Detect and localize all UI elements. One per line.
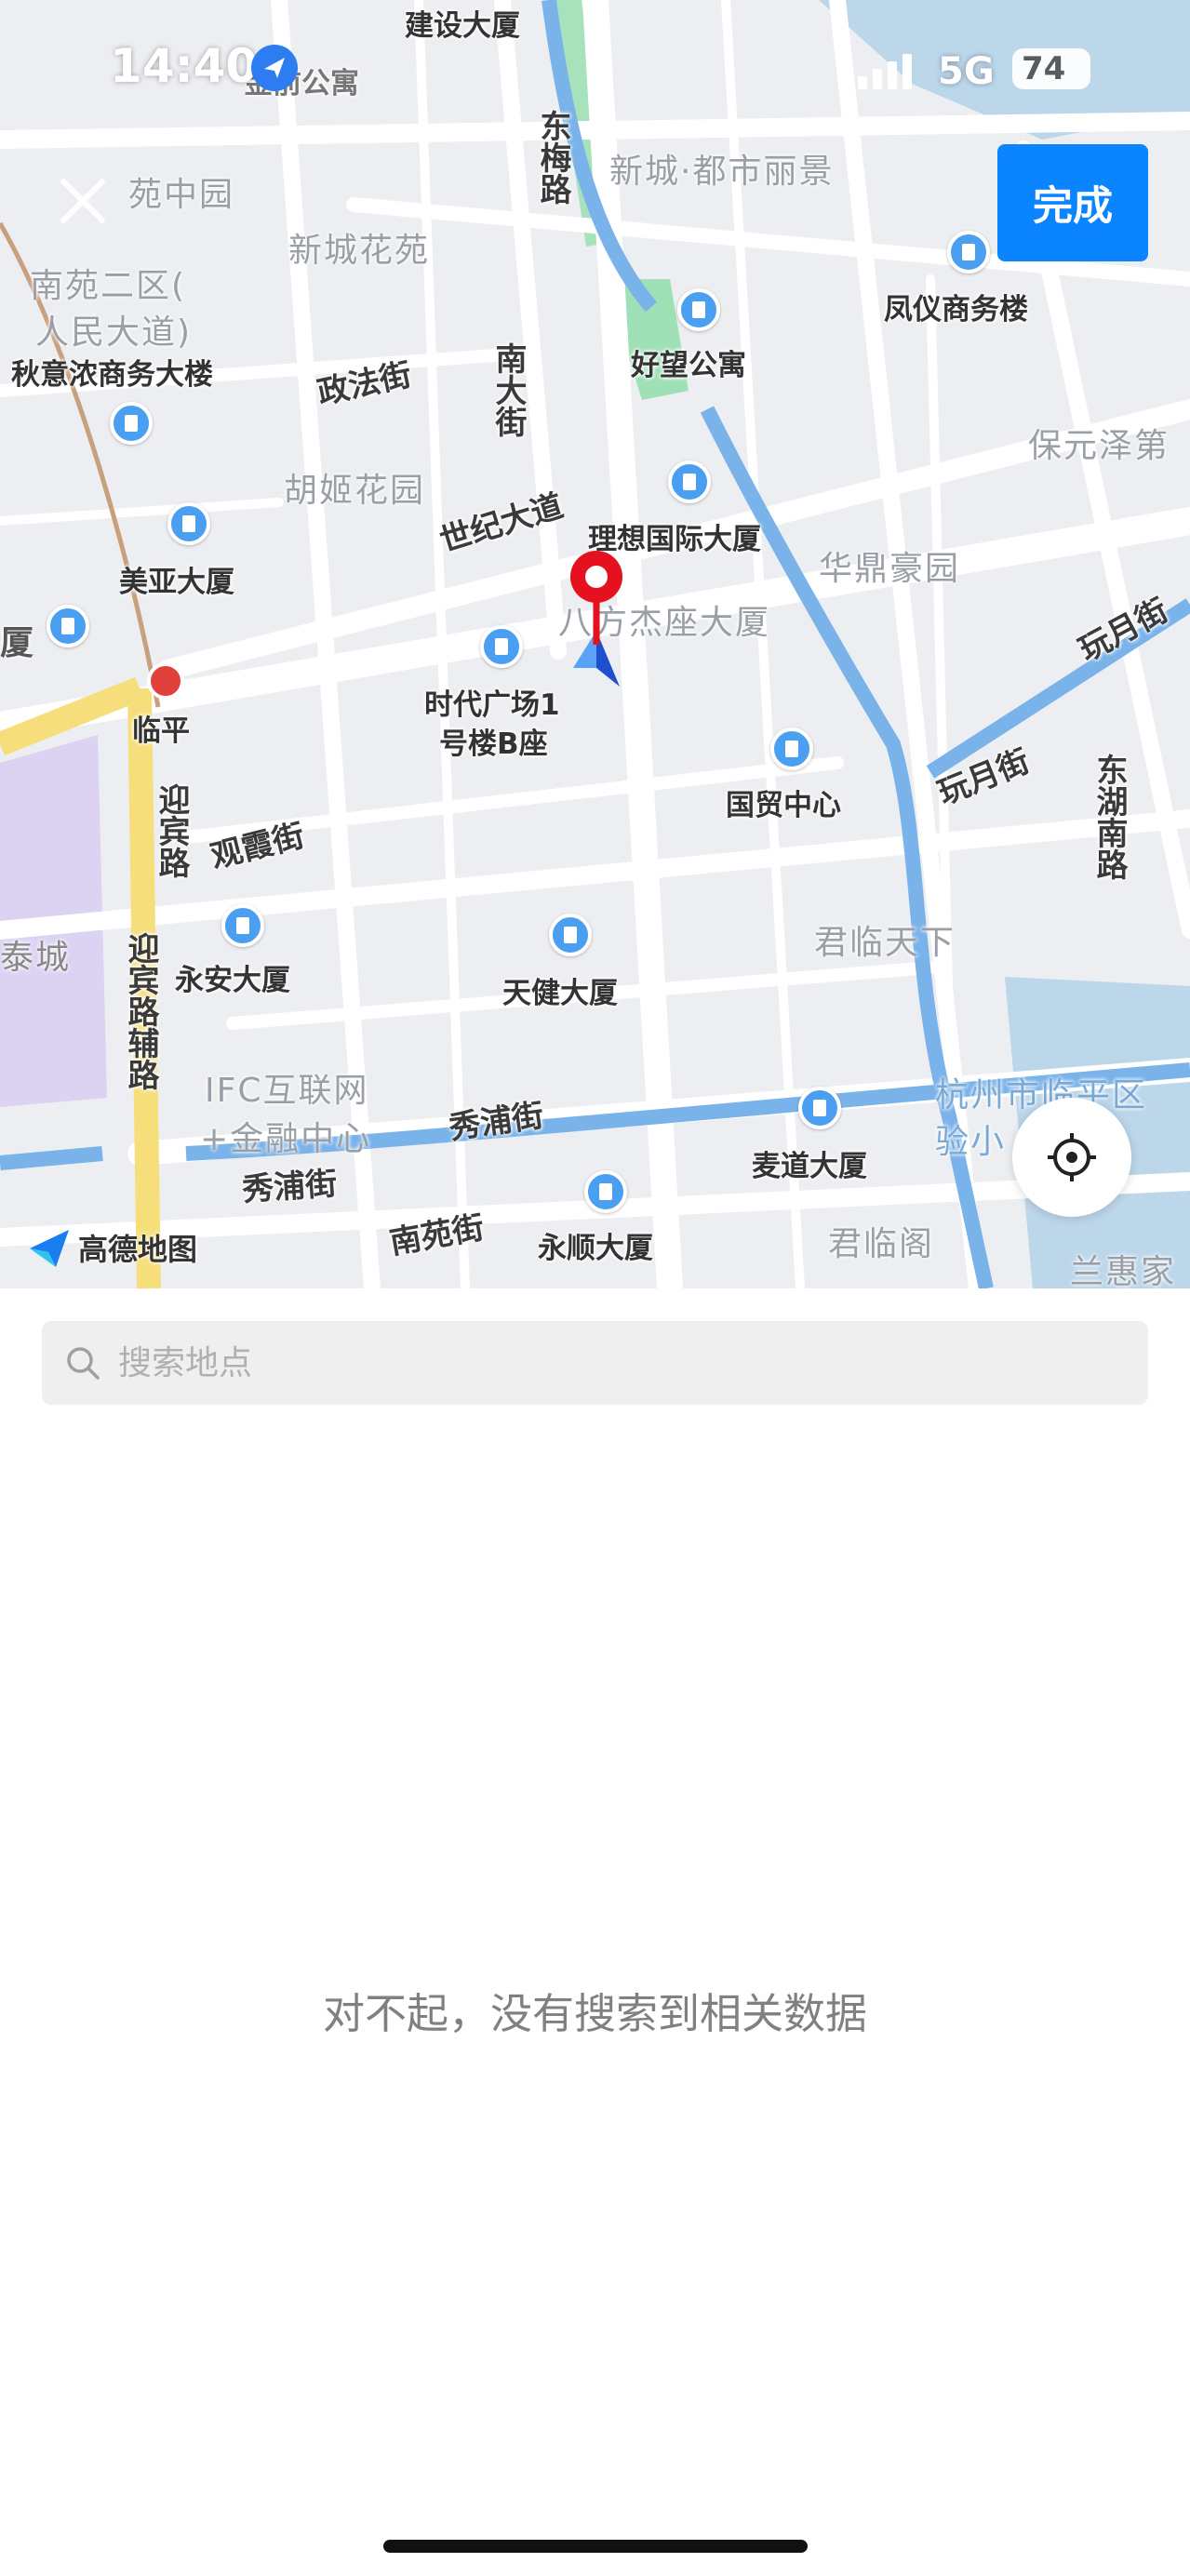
poi-label[interactable]: 美亚大厦 [119,566,234,600]
poi-label[interactable]: 国贸中心 [726,789,841,823]
building-pin-icon[interactable] [221,904,264,947]
area-label: 验小 [935,1123,1007,1161]
area-label: 保元泽第 [1028,427,1170,465]
building-pin-icon[interactable] [798,1087,841,1129]
building-pin-icon[interactable] [110,402,153,445]
map-provider-logo: 高德地图 [28,1226,197,1269]
building-pin-icon[interactable] [167,502,210,545]
area-label: 胡姬花园 [284,472,426,510]
poi-label[interactable]: 永安大厦 [175,964,290,998]
area-label: 泰城 [0,939,72,977]
search-bar[interactable] [42,1321,1148,1405]
amap-logo-icon [30,1230,69,1267]
poi-label[interactable]: 永顺大厦 [538,1232,653,1266]
signal-strength-icon [858,54,912,89]
crosshair-icon [1048,1133,1096,1181]
status-time: 14:40 [110,39,259,93]
network-type: 5G [938,50,995,93]
building-pin-icon[interactable] [480,625,523,668]
building-pin-icon[interactable] [549,914,592,956]
poi-label[interactable]: 好望公寓 [631,349,746,383]
poi-label[interactable]: 麦道大厦 [752,1150,867,1184]
area-label: 君临阁 [828,1225,935,1263]
road-label: 南大街 [489,342,527,437]
poi-label[interactable]: 凤仪商务楼 [884,293,1028,327]
area-label: 苑中园 [128,176,235,214]
area-label: 新城·都市丽景 [609,153,835,191]
selected-location-pin-icon [570,551,622,687]
area-label: 华鼎豪园 [819,550,961,588]
search-icon [67,1347,100,1380]
area-label: 新城花苑 [288,232,431,270]
poi-label[interactable]: 临平 [132,714,190,749]
building-pin-icon[interactable] [770,727,813,770]
area-label: 兰惠家 [1070,1253,1177,1288]
battery-level: 74 [1012,48,1090,89]
area-label: IFC互联网 [205,1072,369,1110]
area-label: 南苑二区( [30,267,187,305]
area-label: 厦 [0,624,36,662]
building-pin-icon[interactable] [947,231,990,274]
empty-result-message: 对不起，没有搜索到相关数据 [322,1989,867,2038]
poi-label[interactable]: 时代广场1 [424,688,560,723]
map-provider-name: 高德地图 [78,1232,198,1267]
close-button[interactable] [54,172,112,230]
road-label: 秀浦街 [240,1165,339,1209]
road-label: 迎宾路辅路 [122,932,159,1090]
building-pin-icon[interactable] [677,288,720,331]
road-label: 迎宾路 [153,783,190,878]
metro-station-icon[interactable] [147,662,184,700]
done-button[interactable]: 完成 [997,144,1148,261]
location-arrow-icon [251,45,298,91]
poi-label[interactable]: 号楼B座 [439,727,548,762]
locate-me-button[interactable] [1012,1098,1131,1217]
poi-label[interactable]: 天健大厦 [502,977,618,1011]
road-label: 东湖南路 [1090,754,1128,880]
status-bar: 14:40 5G 74 [0,0,1190,140]
poi-label[interactable]: 秋意浓商务大楼 [11,358,213,393]
search-input[interactable] [116,1342,1050,1383]
area-label: 人民大道) [35,314,193,352]
building-pin-icon[interactable] [668,460,711,503]
building-pin-icon[interactable] [584,1170,627,1213]
home-indicator[interactable] [383,2540,808,2553]
area-label: +金融中心 [200,1120,372,1158]
area-label: 君临天下 [814,924,956,962]
building-pin-icon[interactable] [47,605,89,647]
